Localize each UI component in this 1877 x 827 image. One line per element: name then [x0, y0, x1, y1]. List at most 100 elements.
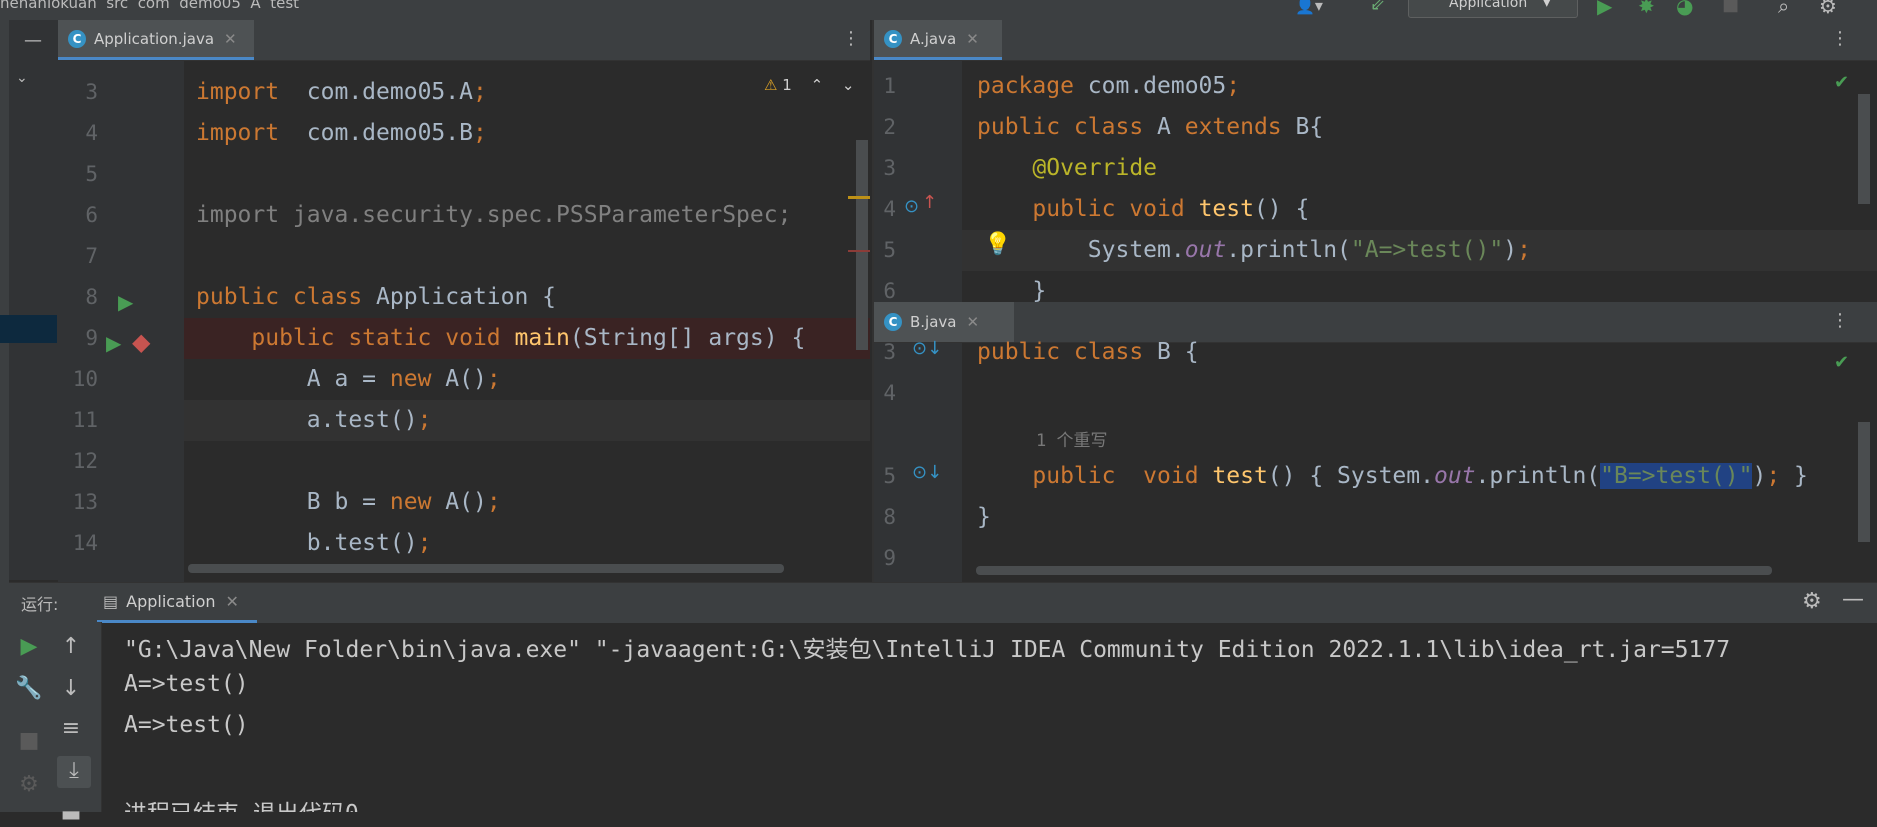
- console-icon: ▤: [103, 592, 119, 611]
- line-number: 8: [85, 285, 98, 309]
- lightbulb-icon[interactable]: 💡: [984, 232, 1011, 257]
- line-number: 9: [85, 326, 98, 350]
- run-config-select[interactable]: Application ▾: [1408, 0, 1578, 18]
- console-output[interactable]: "G:\Java\New Folder\bin\java.exe" "-java…: [101, 622, 1877, 812]
- code-token: ;: [486, 489, 501, 515]
- code-line[interactable]: 12: [58, 441, 870, 482]
- code-line[interactable]: 11 a.test();: [73, 400, 870, 441]
- code-text: System.out.println("A=>test()");: [977, 230, 1531, 271]
- scrollbar-thumb[interactable]: [1858, 94, 1870, 204]
- search-icon[interactable]: ⌕: [1778, 0, 1789, 18]
- editor-a-java: C A.java ✕ ⋮ ✔ 1 package com.demo05; 2 publ…: [872, 20, 1877, 302]
- horizontal-scrollbar[interactable]: [188, 564, 784, 573]
- code-line[interactable]: 8 public class Application {: [58, 277, 870, 318]
- line-number: 1: [883, 74, 896, 98]
- code-line[interactable]: 3 public class B {: [874, 332, 1877, 373]
- overridden-icon[interactable]: ⊙↓: [912, 462, 942, 483]
- close-icon[interactable]: ✕: [226, 592, 239, 611]
- code-line[interactable]: 6 }: [874, 271, 1877, 302]
- rerun-icon[interactable]: ▶: [9, 634, 49, 659]
- code-token: Application {: [376, 284, 557, 310]
- tab-label: B.java: [910, 313, 957, 331]
- code-text: }: [977, 497, 991, 538]
- class-icon: C: [884, 313, 902, 331]
- close-icon[interactable]: ✕: [966, 30, 979, 48]
- settings-icon[interactable]: ⚙: [1802, 589, 1822, 614]
- run-tool-window-header: 运行: ▤ Application ✕ ⚙ —: [9, 582, 1877, 623]
- code-line[interactable]: 5 public void test() { System.out.printl…: [874, 456, 1877, 497]
- horizontal-scrollbar[interactable]: [976, 566, 1772, 575]
- stop-icon[interactable]: ■: [9, 728, 49, 753]
- stop-icon[interactable]: ■: [1722, 0, 1739, 15]
- code-line[interactable]: 10 A a = new A();: [58, 359, 870, 400]
- breakpoint-icon[interactable]: ◆: [132, 328, 150, 356]
- user-icon[interactable]: 👤▾: [1295, 0, 1323, 15]
- code-token: A a =: [196, 366, 390, 392]
- line-number: 11: [72, 408, 98, 432]
- close-icon[interactable]: ✕: [224, 30, 237, 48]
- code-line[interactable]: 3 import com.demo05.A;: [58, 72, 870, 113]
- close-icon[interactable]: ✕: [967, 313, 980, 331]
- code-token: test: [1212, 463, 1268, 489]
- scrollbar-thumb[interactable]: [856, 140, 868, 350]
- wrench-icon[interactable]: 🔧: [9, 676, 49, 701]
- code-line[interactable]: 4: [874, 373, 1877, 414]
- print-icon[interactable]: ▬: [51, 802, 91, 827]
- code-text: }: [977, 271, 1046, 302]
- more-options-icon[interactable]: ⋮: [1831, 312, 1849, 330]
- gear-icon[interactable]: ⚙: [9, 772, 49, 797]
- code-token: A(): [445, 366, 487, 392]
- tab-a-java[interactable]: C A.java ✕: [874, 20, 1002, 60]
- code-line[interactable]: 4 public void test() {: [874, 189, 1877, 230]
- hide-icon[interactable]: —: [1842, 587, 1864, 612]
- code-token: ): [1503, 237, 1518, 263]
- tab-application-java[interactable]: C Application.java ✕: [58, 20, 254, 60]
- run-gutter-icon[interactable]: ▶: [106, 331, 121, 355]
- code-line[interactable]: 8}: [874, 497, 1877, 538]
- coverage-icon[interactable]: ◕: [1676, 0, 1693, 18]
- override-hint[interactable]: 1 个重写: [1036, 426, 1107, 451]
- selected-tree-row[interactable]: [9, 315, 57, 343]
- more-options-icon[interactable]: ⋮: [842, 30, 860, 48]
- settings-icon[interactable]: ⚙: [1819, 0, 1837, 18]
- code-line[interactable]: 6 import java.security.spec.PSSParameterS…: [58, 195, 870, 236]
- arrow-up-icon[interactable]: ↑: [51, 634, 91, 659]
- arrow-down-icon[interactable]: ↓: [51, 676, 91, 701]
- scroll-to-end-toggle[interactable]: ⤓: [57, 756, 91, 788]
- minimize-icon[interactable]: —: [24, 30, 42, 51]
- tab-run-application[interactable]: ▤ Application ✕: [97, 583, 257, 623]
- code-line[interactable]: 9 public static void main(String[] args)…: [85, 318, 870, 359]
- code-text: @Override: [977, 148, 1157, 189]
- line-number: 4: [883, 381, 896, 405]
- run-icon[interactable]: ▶: [1597, 0, 1612, 18]
- code-line[interactable]: 3 @Override: [874, 148, 1877, 189]
- code-line[interactable]: 5: [58, 154, 870, 195]
- console-line: A=>test(): [124, 671, 249, 697]
- code-line[interactable]: 4 import com.demo05.B;: [58, 113, 870, 154]
- code-line[interactable]: 13 B b = new A();: [58, 482, 870, 523]
- soft-wrap-icon[interactable]: ≡: [51, 716, 91, 741]
- code-token: ;: [1517, 237, 1531, 263]
- scrollbar-thumb[interactable]: [1858, 422, 1870, 542]
- debug-icon[interactable]: ✸: [1638, 0, 1655, 18]
- build-hammer-icon[interactable]: ⇙: [1370, 0, 1385, 15]
- console-line: "G:\Java\New Folder\bin\java.exe" "-java…: [124, 637, 1731, 663]
- code-text: import com.demo05.A;: [196, 72, 487, 113]
- line-number: 6: [85, 203, 98, 227]
- implements-icon[interactable]: ⊙: [904, 196, 919, 217]
- code-text: public class B {: [977, 332, 1199, 373]
- editor-application-java: C Application.java ✕ ⋮ ⚠ 1 ⌃ ⌄ 3 import c…: [58, 20, 870, 582]
- run-gutter-icon[interactable]: ▶: [118, 290, 133, 314]
- code-token: () {: [1253, 196, 1310, 222]
- code-line[interactable]: 5 System.out.println("A=>test()");: [883, 230, 1877, 271]
- code-line[interactable]: 2 public class A extends B{: [874, 107, 1877, 148]
- breadcrumb[interactable]: henanlokuan src com demo05 A test: [0, 0, 299, 12]
- more-options-icon[interactable]: ⋮: [1831, 30, 1849, 48]
- run-toolbar-primary: ▶ 🔧 ■ ⚙: [9, 622, 51, 812]
- overridden-icon[interactable]: ⊙↓: [912, 338, 942, 359]
- expand-icon[interactable]: ⌄: [16, 70, 28, 86]
- code-line[interactable]: 14 b.test();: [58, 523, 870, 564]
- code-line[interactable]: 1 package com.demo05;: [874, 66, 1877, 107]
- code-line[interactable]: 7: [58, 236, 870, 277]
